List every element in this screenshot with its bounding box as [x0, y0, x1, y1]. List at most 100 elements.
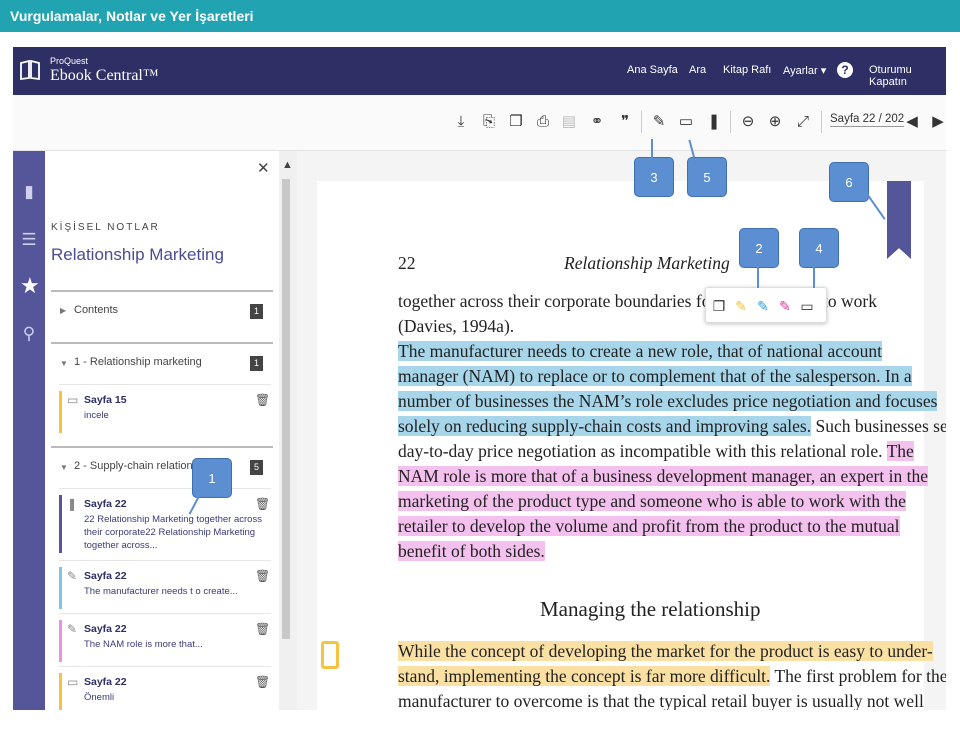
list-item[interactable]: ✎ Sayfa 22 The manufacturer needs t o cr…	[59, 560, 271, 612]
text-line: number of businesses the NAM’s role excl…	[398, 391, 938, 411]
note-page[interactable]: Sayfa 22	[84, 570, 127, 582]
note-color-bar	[59, 391, 62, 433]
text-line: together across their corporate boundari…	[398, 291, 877, 311]
close-icon[interactable]: ✕	[257, 159, 270, 177]
download-chapter-icon[interactable]: ⎘	[481, 113, 497, 131]
count-badge: 1	[250, 356, 263, 371]
trash-icon[interactable]: 🗑	[255, 393, 270, 407]
note-page[interactable]: Sayfa 22	[84, 676, 127, 688]
ebook-reader: ProQuest Ebook Central™ Ana Sayfa Ara Ki…	[13, 47, 946, 710]
note-page[interactable]: Sayfa 22	[84, 623, 127, 635]
cite-icon[interactable]: ❞	[617, 113, 633, 131]
panel-heading: KİŞİSEL NOTLAR	[51, 222, 160, 233]
blue-highlighter-icon[interactable]: ✎	[756, 298, 770, 314]
note-color-bar	[59, 567, 62, 609]
note-page[interactable]: Sayfa 15	[84, 394, 127, 406]
link-icon[interactable]: ⚭	[589, 113, 605, 131]
copy-icon[interactable]: ❐	[508, 113, 524, 131]
section-supply-chain[interactable]: ▼ 2 - Supply-chain relationships 5 ❚ Say…	[51, 446, 273, 710]
help-icon[interactable]: ?	[837, 62, 853, 78]
text-line: manufacturer to overcome is that the typ…	[398, 691, 924, 710]
page-bookmark[interactable]	[887, 181, 911, 259]
highlighter-icon[interactable]: ✎	[651, 113, 667, 131]
toolbar-divider	[821, 111, 822, 133]
list-item[interactable]: ▭ Sayfa 15 incele 🗑	[59, 384, 271, 436]
chevron-down-icon: ▼	[60, 359, 68, 368]
add-note-icon[interactable]: ▭	[800, 298, 814, 314]
text-line: day-to-day price negotiation as incompat…	[398, 441, 914, 461]
section-label: Contents	[74, 304, 119, 316]
next-page-icon[interactable]: ▶	[930, 113, 946, 131]
chevron-down-icon: ▼	[60, 463, 68, 472]
note-text: 22 Relationship Marketing together acros…	[84, 514, 262, 551]
text-line: marketing of the product type and someon…	[398, 491, 906, 511]
prev-page-icon[interactable]: ◀	[904, 113, 920, 131]
side-rail: ▮ ☰ ★ ⚲	[13, 151, 45, 710]
bookmark-icon[interactable]: ❚	[706, 113, 722, 131]
text-line: While the concept of developing the mark…	[398, 641, 933, 661]
text-line: manager (NAM) to replace or to complemen…	[398, 366, 912, 386]
zoom-out-icon[interactable]: ⊖	[740, 113, 756, 131]
scroll-thumb[interactable]	[282, 179, 290, 639]
search-icon[interactable]: ⚲	[20, 325, 38, 343]
callout-pointer	[757, 266, 759, 288]
copy-icon[interactable]: ❐	[712, 298, 726, 314]
note-text: Önemli	[84, 692, 115, 703]
download-icon[interactable]: ⤓	[453, 113, 469, 131]
book-icon[interactable]: ▮	[20, 183, 38, 201]
app-header: ProQuest Ebook Central™ Ana Sayfa Ara Ki…	[13, 47, 946, 95]
section-heading: Managing the relationship	[540, 597, 761, 621]
highlighter-icon: ✎	[67, 569, 78, 583]
chevron-up-icon[interactable]: ▲	[282, 159, 293, 171]
toc-icon[interactable]: ☰	[20, 231, 38, 249]
section-contents[interactable]: ▶ Contents 1	[51, 290, 273, 340]
text-line: stand, implementing the concept is far m…	[398, 666, 946, 686]
list-item[interactable]: ✎ Sayfa 22 The NAM role is more that... …	[59, 613, 271, 665]
note-page[interactable]: Sayfa 22	[84, 498, 127, 510]
bookmark-icon: ❚	[67, 497, 78, 511]
note-color-bar	[59, 620, 62, 662]
zoom-in-icon[interactable]: ⊕	[767, 113, 783, 131]
star-icon[interactable]: ★	[20, 275, 40, 297]
note-icon[interactable]: ▭	[678, 113, 694, 131]
list-item[interactable]: ▭ Sayfa 22 Önemli 🗑	[59, 666, 271, 710]
pink-highlighter-icon[interactable]: ✎	[778, 298, 792, 314]
pdf-icon[interactable]: ▤	[561, 113, 577, 131]
note-icon: ▭	[67, 393, 79, 407]
nav-settings[interactable]: Ayarlar ▾	[783, 64, 826, 77]
note-icon: ▭	[67, 675, 79, 689]
trash-icon[interactable]: 🗑	[255, 497, 270, 511]
trash-icon[interactable]: 🗑	[255, 622, 270, 636]
nav-bookshelf[interactable]: Kitap Rafı	[723, 64, 771, 76]
list-item[interactable]: ❚ Sayfa 22 22 Relationship Marketing tog…	[59, 488, 271, 560]
section-relationship-marketing[interactable]: ▼ 1 - Relationship marketing 1 ▭ Sayfa 1…	[51, 342, 273, 446]
text-line: solely on reducing supply-chain costs an…	[398, 416, 946, 436]
window-title: Vurgulamalar, Notlar ve Yer İşaretleri	[0, 0, 960, 32]
toolbar-divider	[730, 111, 731, 133]
yellow-highlighter-icon[interactable]: ✎	[734, 298, 748, 314]
print-icon[interactable]: ⎙	[535, 113, 551, 131]
text-line: (Davies, 1994a).	[398, 316, 515, 336]
callout-pointer	[813, 266, 815, 288]
trash-icon[interactable]: 🗑	[255, 569, 270, 583]
nav-home[interactable]: Ana Sayfa	[627, 64, 678, 76]
paragraph-1: together across their corporate boundari…	[398, 289, 946, 564]
paragraph-2: While the concept of developing the mark…	[398, 639, 946, 710]
page-indicator[interactable]: Sayfa 22 / 202	[830, 113, 905, 127]
notes-panel: ✕ KİŞİSEL NOTLAR Relationship Marketing …	[45, 151, 279, 710]
nav-search[interactable]: Ara	[689, 64, 706, 76]
nav-logout[interactable]: Oturumu Kapatın	[869, 64, 946, 88]
sticky-note-icon[interactable]	[321, 641, 339, 669]
brand-name[interactable]: Ebook Central™	[50, 67, 159, 85]
brand-small: ProQuest	[50, 56, 89, 66]
panel-scrollbar[interactable]: ▲	[279, 151, 297, 710]
count-badge: 5	[250, 460, 263, 475]
note-text: The manufacturer needs t o create...	[84, 586, 238, 597]
fit-page-icon[interactable]: ⤢	[795, 113, 811, 131]
text-line: NAM role is more that of a business deve…	[398, 466, 928, 486]
highlighter-icon: ✎	[67, 622, 78, 636]
annotation-popup: ❐ ✎ ✎ ✎ ▭	[705, 287, 827, 323]
text-line: retailer to develop the volume and profi…	[398, 516, 900, 536]
trash-icon[interactable]: 🗑	[255, 675, 270, 689]
page-number: 22	[398, 253, 416, 273]
